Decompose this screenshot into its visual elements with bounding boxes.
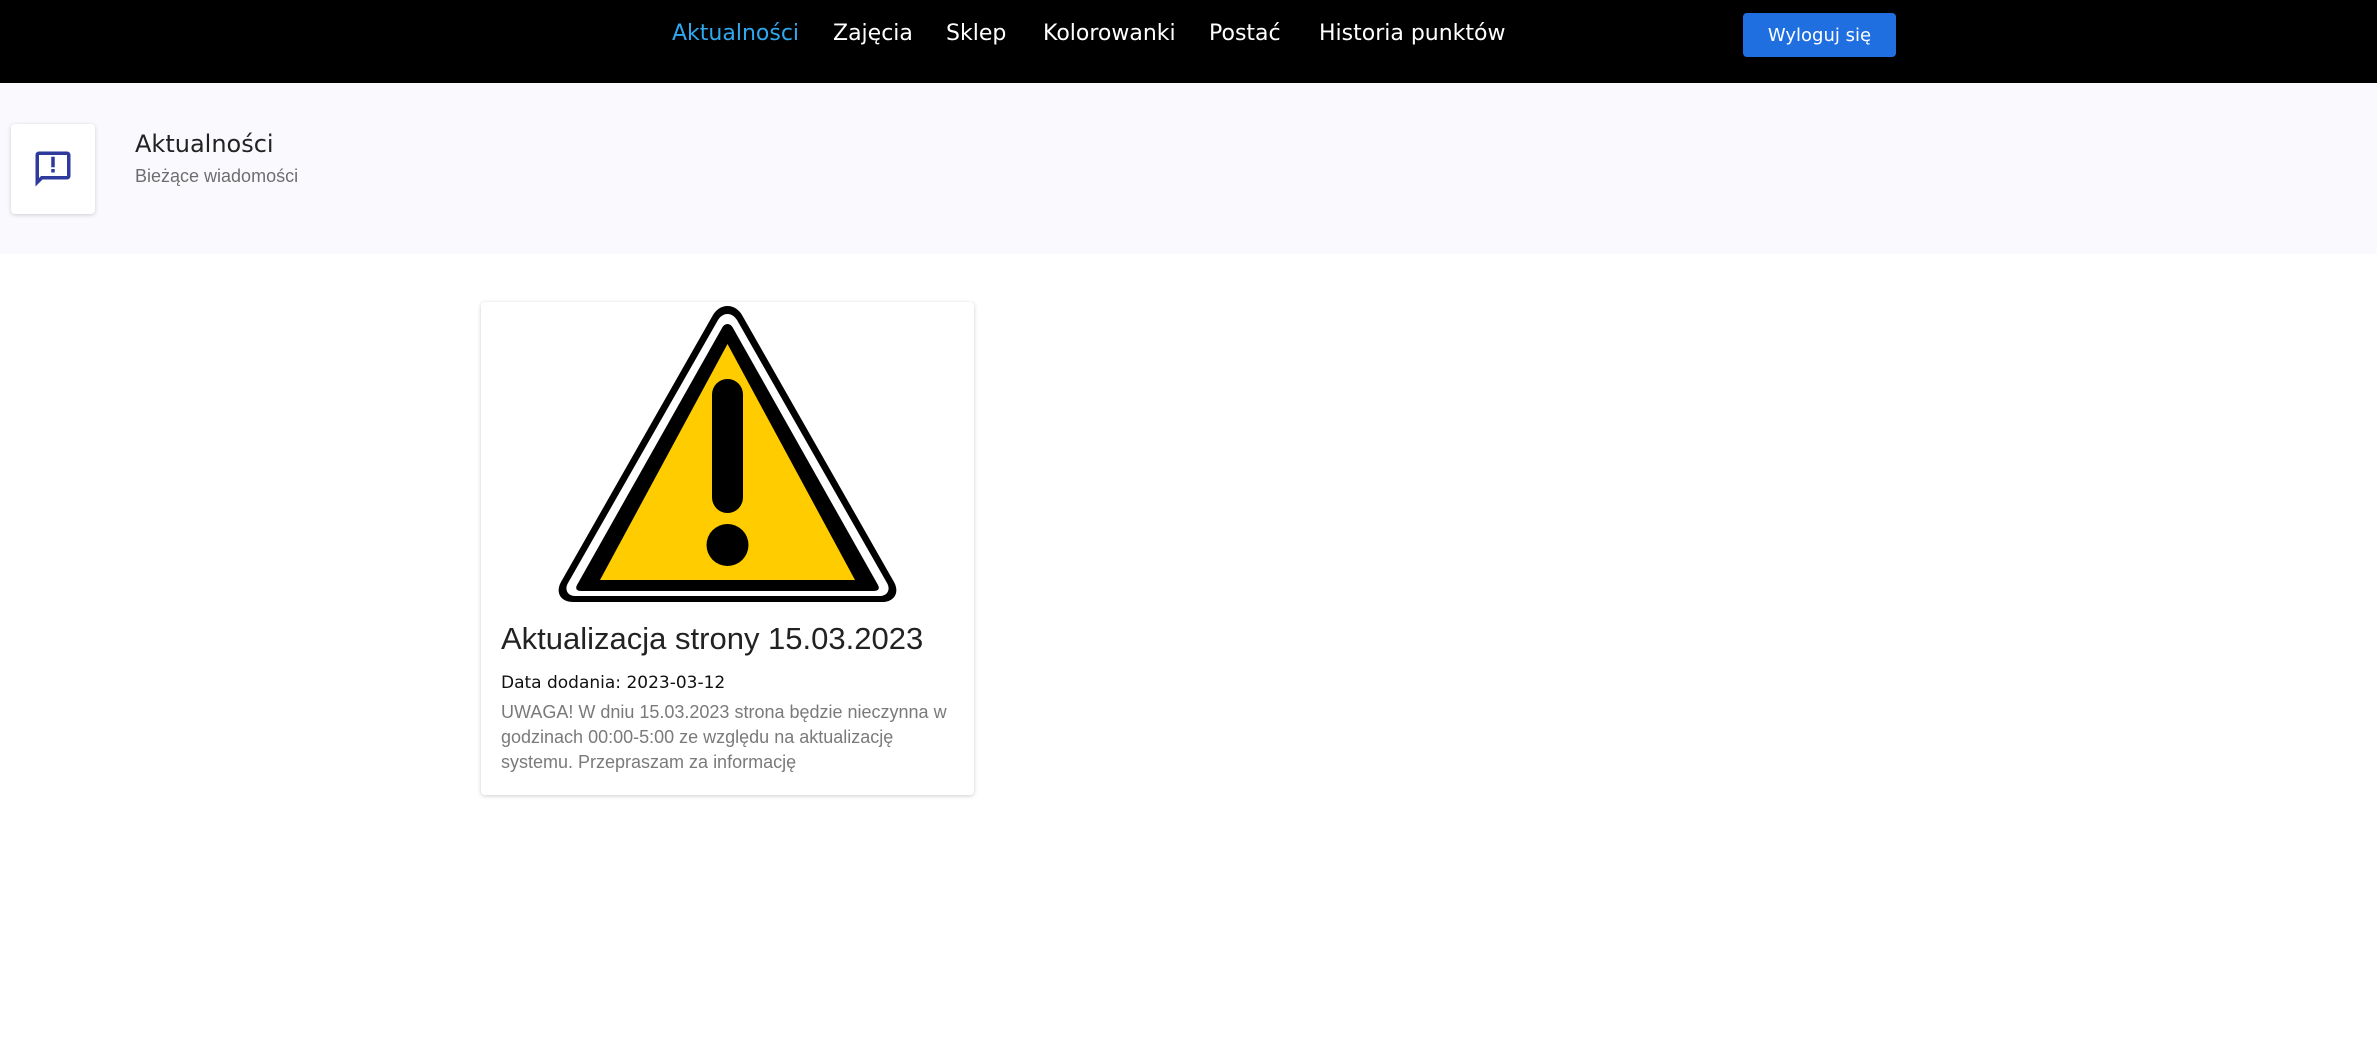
nav-item-historia-punktow[interactable]: Historia punktów [1319, 20, 1506, 48]
header-icon-card [11, 124, 95, 214]
logout-button[interactable]: Wyloguj się [1743, 13, 1896, 57]
news-description: UWAGA! W dniu 15.03.2023 strona będzie n… [501, 702, 947, 772]
news-card[interactable]: Aktualizacja strony 15.03.2023 Data doda… [481, 302, 974, 795]
news-date: Data dodania: 2023-03-12 [501, 673, 726, 693]
nav-item-postac[interactable]: Postać [1209, 20, 1281, 48]
top-navbar: Aktualności Zajęcia Sklep Kolorowanki Po… [0, 0, 2377, 83]
news-title: Aktualizacja strony 15.03.2023 [501, 621, 924, 656]
feedback-exclamation-icon [35, 151, 71, 187]
page-header: Aktualności Bieżące wiadomości [0, 83, 2377, 254]
page-subtitle: Bieżące wiadomości [135, 166, 299, 186]
nav-item-sklep[interactable]: Sklep [946, 20, 1006, 48]
nav-item-aktualnosci[interactable]: Aktualności [672, 20, 799, 48]
nav-item-kolorowanki[interactable]: Kolorowanki [1043, 20, 1176, 48]
warning-triangle-icon [558, 306, 897, 602]
page-title: Aktualności [135, 130, 274, 158]
nav-item-zajecia[interactable]: Zajęcia [833, 20, 913, 48]
